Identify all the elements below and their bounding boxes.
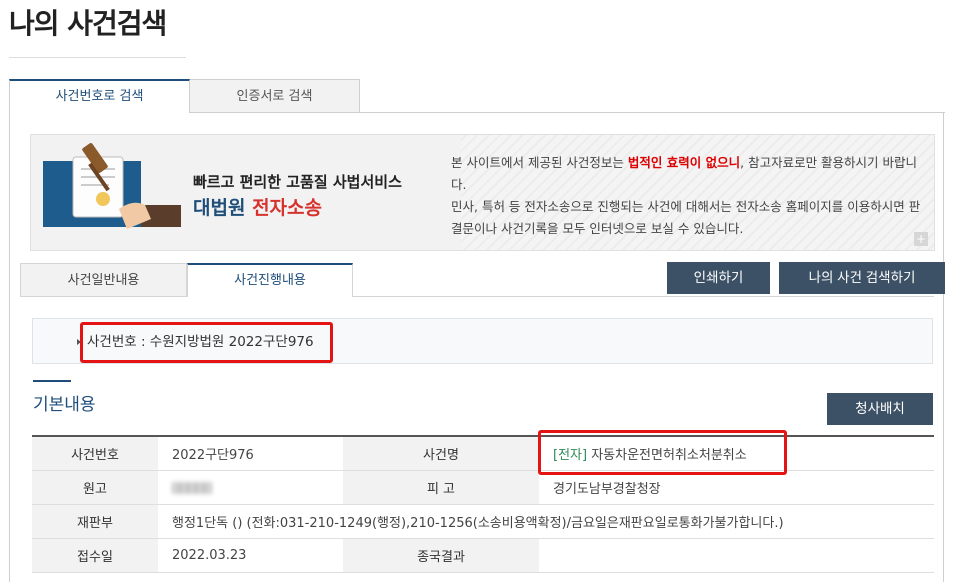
table-row: 원고 피 고 경기도남부경찰청장: [32, 470, 934, 505]
case-no-label: 사건번호: [32, 436, 158, 471]
court-building-layout-button[interactable]: 청사배치: [827, 393, 933, 425]
banner-e-litigation: 전자소송: [252, 197, 322, 219]
banner-headline: 빠르고 편리한 고품질 사법서비스: [193, 173, 402, 191]
table-row: 재판부 행정1단독 () (전화:031-210-1249(행정),210-12…: [32, 504, 934, 539]
table-row: 사건번호 2022구단976 사건명 [전자] 자동차운전면허취소처분취소: [32, 436, 934, 471]
notice-text-1: 본 사이트에서 제공된 사건정보는: [451, 155, 628, 170]
plaintiff-label: 원고: [32, 470, 158, 505]
court-division-label: 재판부: [32, 504, 158, 539]
tab-search-by-certificate[interactable]: 인증서로 검색: [190, 79, 360, 113]
highlight-box-case-number: [80, 322, 333, 363]
case-no-value: 2022구단976: [158, 436, 343, 471]
tab-case-general[interactable]: 사건일반내용: [20, 263, 187, 297]
defendant-label: 피 고: [343, 470, 539, 505]
table-row: 접수일 2022.03.23 종국결과: [32, 538, 934, 573]
banner-subheadline: 대법원 전자소송: [193, 193, 322, 220]
defendant-value: 경기도남부경찰청장: [539, 470, 934, 505]
notice-text-3: 민사, 특허 등 전자소송으로 진행되는 사건에 대해서는 전자소송 홈페이지를…: [451, 199, 921, 236]
final-result-label: 종국결과: [343, 538, 539, 573]
section-accent-bar: [33, 380, 71, 382]
section-title: 기본내용: [33, 395, 96, 415]
sub-tab-divider: [353, 296, 934, 297]
my-case-search-button[interactable]: 나의 사건 검색하기: [779, 262, 945, 294]
e-litigation-banner[interactable]: 빠르고 편리한 고품질 사법서비스 대법원 전자소송 본 사이트에서 제공된 사…: [30, 134, 935, 251]
received-date-label: 접수일: [32, 538, 158, 573]
gavel-document-illustration-icon: [31, 135, 196, 250]
page-title: 나의 사건검색: [9, 7, 167, 40]
banner-notice: 본 사이트에서 제공된 사건정보는 법적인 효력이 없으니, 참고자료로만 활용…: [451, 152, 921, 240]
case-info-table: 사건번호 2022구단976 사건명 [전자] 자동차운전면허취소처분취소 원고…: [32, 435, 934, 573]
print-button[interactable]: 인쇄하기: [667, 262, 770, 294]
tab-search-by-number[interactable]: 사건번호로 검색: [9, 79, 190, 113]
highlight-box-case-name: [538, 430, 787, 475]
redacted-name: [172, 481, 212, 494]
title-divider: [9, 57, 186, 58]
court-division-value: 행정1단독 () (전화:031-210-1249(행정),210-1256(소…: [158, 504, 934, 539]
case-name-label: 사건명: [343, 436, 539, 471]
banner-supreme-court: 대법원: [193, 197, 246, 219]
plus-icon[interactable]: +: [914, 232, 928, 246]
plaintiff-value: [158, 470, 343, 505]
received-date-value: 2022.03.23: [158, 538, 343, 573]
notice-warning: 법적인 효력이 없으니: [627, 155, 741, 170]
tab-case-progress[interactable]: 사건진행내용: [187, 263, 353, 297]
final-result-value: [539, 538, 934, 573]
